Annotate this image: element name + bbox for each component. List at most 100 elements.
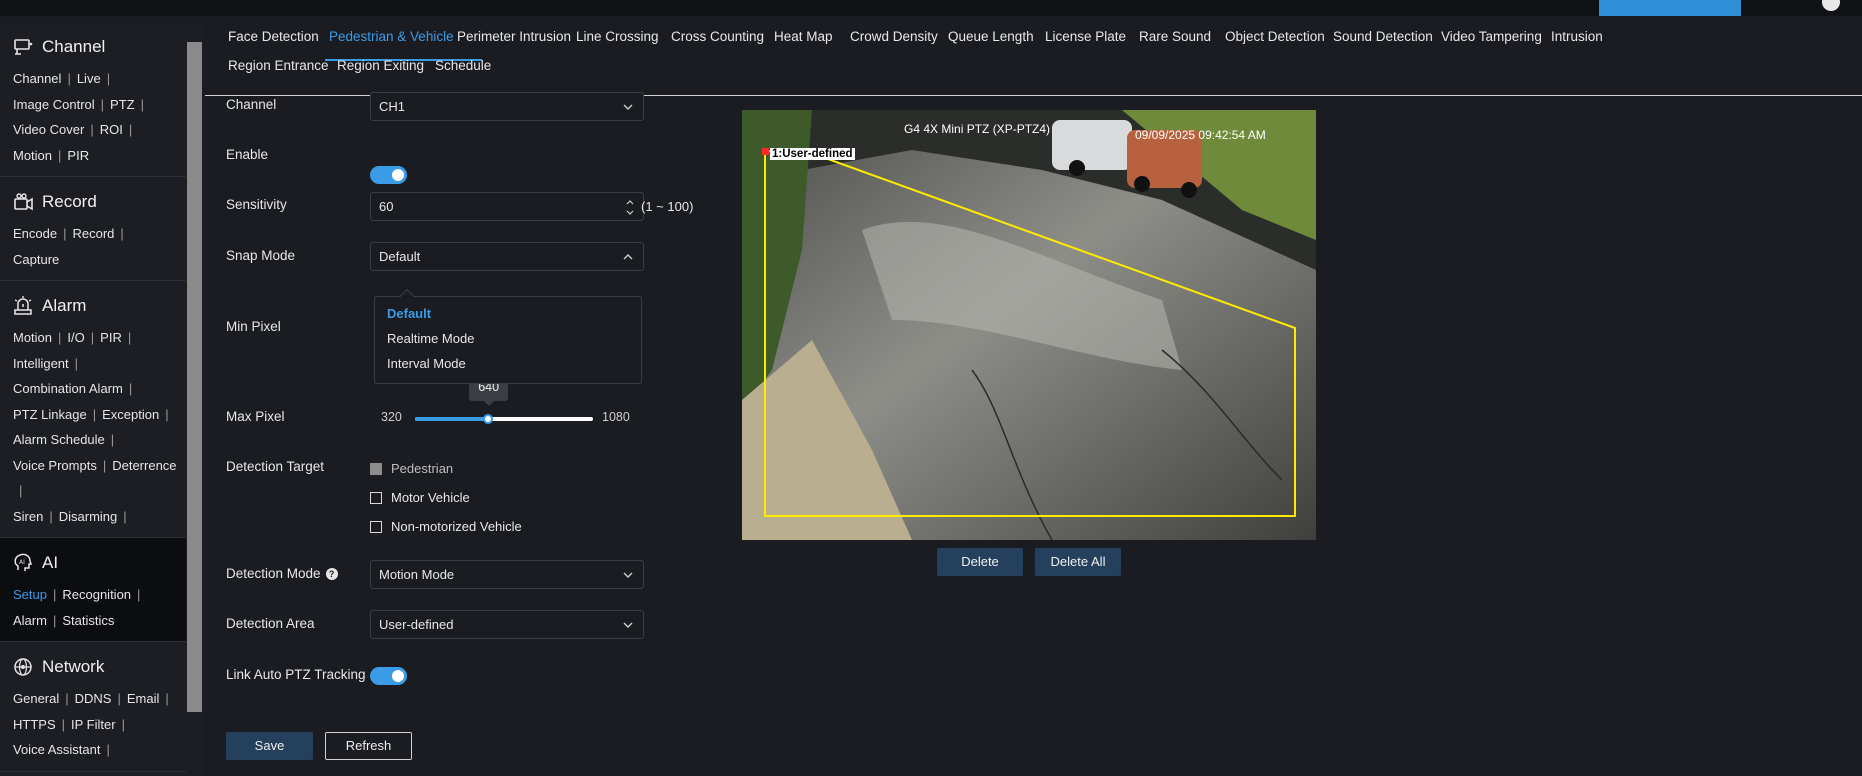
tab-video-tampering[interactable]: Video Tampering bbox=[1441, 29, 1542, 44]
detection-target-option[interactable]: Motor Vehicle bbox=[370, 490, 470, 505]
delete-button[interactable]: Delete bbox=[937, 548, 1023, 576]
sidebar-section-header[interactable]: Record bbox=[0, 189, 203, 215]
link-auto-ptz-toggle[interactable] bbox=[370, 667, 407, 685]
link-separator: | bbox=[127, 330, 132, 345]
snap-mode-select[interactable]: Default bbox=[370, 242, 644, 271]
sidebar-link-ptz-linkage[interactable]: PTZ Linkage bbox=[13, 402, 87, 428]
chevron-down-icon bbox=[623, 104, 633, 110]
detection-target-option[interactable]: Non-motorized Vehicle bbox=[370, 519, 522, 534]
sidebar-link-encode[interactable]: Encode bbox=[13, 221, 57, 247]
max-pixel-handle[interactable] bbox=[483, 414, 494, 424]
sidebar-link-pir[interactable]: PIR bbox=[100, 325, 122, 351]
sidebar-link-deterrence[interactable]: Deterrence bbox=[112, 453, 176, 479]
ai-icon: AI bbox=[12, 552, 42, 574]
sidebar-section-header[interactable]: Alarm bbox=[0, 293, 203, 319]
sidebar-link-motion[interactable]: Motion bbox=[13, 143, 52, 169]
toggle-knob bbox=[392, 169, 404, 181]
sidebar-scrollbar-thumb[interactable] bbox=[187, 42, 202, 712]
tab-region-exiting[interactable]: Region Exiting bbox=[337, 58, 424, 73]
tab-face-detection[interactable]: Face Detection bbox=[228, 29, 319, 44]
tab-intrusion[interactable]: Intrusion bbox=[1551, 29, 1603, 44]
sidebar-link-https[interactable]: HTTPS bbox=[13, 712, 56, 738]
spinner-arrows-icon[interactable] bbox=[625, 196, 635, 218]
tab-line-crossing[interactable]: Line Crossing bbox=[576, 29, 659, 44]
sidebar-link-roi[interactable]: ROI bbox=[100, 117, 123, 143]
sidebar-link-alarm-schedule[interactable]: Alarm Schedule bbox=[13, 427, 105, 453]
detection-area-value: User-defined bbox=[379, 617, 454, 632]
sidebar-link-pir[interactable]: PIR bbox=[67, 143, 89, 169]
snap-mode-option[interactable]: Default bbox=[387, 306, 431, 321]
sidebar-link-capture[interactable]: Capture bbox=[13, 247, 59, 273]
checkbox[interactable] bbox=[370, 491, 382, 504]
save-button[interactable]: Save bbox=[226, 732, 313, 760]
tab-object-detection[interactable]: Object Detection bbox=[1225, 29, 1325, 44]
sidebar-links: Channel | Live | Image Control | PTZ | Video Cov… bbox=[0, 66, 186, 168]
sidebar-link-statistics[interactable]: Statistics bbox=[62, 608, 114, 634]
sidebar-link-siren[interactable]: Siren bbox=[13, 504, 43, 530]
tab-crowd-density[interactable]: Crowd Density bbox=[850, 29, 938, 44]
tab-region-entrance[interactable]: Region Entrance bbox=[228, 58, 329, 73]
sidebar-section-header[interactable]: Network bbox=[0, 654, 203, 680]
sidebar-link-exception[interactable]: Exception bbox=[102, 402, 159, 428]
sidebar-link-setup[interactable]: Setup bbox=[13, 582, 47, 608]
region-corner-handle[interactable] bbox=[762, 148, 769, 155]
snap-mode-option[interactable]: Realtime Mode bbox=[387, 331, 474, 346]
sidebar-link-general[interactable]: General bbox=[13, 686, 59, 712]
info-icon[interactable] bbox=[1822, 0, 1840, 11]
sidebar-link-video-cover[interactable]: Video Cover bbox=[13, 117, 84, 143]
sidebar-link-combination-alarm[interactable]: Combination Alarm bbox=[13, 376, 123, 402]
link-separator: | bbox=[110, 432, 115, 447]
sidebar-link-email[interactable]: Email bbox=[127, 686, 160, 712]
checkbox[interactable] bbox=[370, 520, 382, 533]
sidebar-section-title: Record bbox=[42, 192, 97, 211]
dropdown-pointer bbox=[399, 288, 415, 304]
sidebar-link-voice-prompts[interactable]: Voice Prompts bbox=[13, 453, 97, 479]
sidebar-section-header[interactable]: Channel bbox=[0, 34, 203, 60]
sidebar-link-i-o[interactable]: I/O bbox=[67, 325, 84, 351]
top-bar-active-button[interactable] bbox=[1599, 0, 1741, 16]
tab-cross-counting[interactable]: Cross Counting bbox=[671, 29, 764, 44]
sidebar-section-title: Alarm bbox=[42, 296, 87, 315]
snap-mode-option[interactable]: Interval Mode bbox=[387, 356, 466, 371]
link-separator: | bbox=[58, 147, 62, 163]
sidebar-link-ip-filter[interactable]: IP Filter bbox=[71, 712, 116, 738]
sidebar-section-header[interactable]: AI AI bbox=[0, 550, 203, 576]
sidebar-link-ddns[interactable]: DDNS bbox=[75, 686, 112, 712]
help-icon[interactable]: ? bbox=[325, 568, 338, 581]
tab-perimeter-intrusion[interactable]: Perimeter Intrusion bbox=[457, 29, 571, 44]
link-separator: | bbox=[102, 457, 107, 473]
tab-heat-map[interactable]: Heat Map bbox=[774, 29, 833, 44]
refresh-button[interactable]: Refresh bbox=[325, 732, 412, 760]
channel-select[interactable]: CH1 bbox=[370, 92, 644, 121]
tab-schedule[interactable]: Schedule bbox=[435, 58, 491, 73]
tab-sound-detection[interactable]: Sound Detection bbox=[1333, 29, 1433, 44]
enable-toggle[interactable] bbox=[370, 166, 407, 184]
detection-area-select[interactable]: User-defined bbox=[370, 610, 644, 639]
chevron-down-icon bbox=[623, 572, 633, 578]
sidebar-link-record[interactable]: Record bbox=[72, 221, 114, 247]
sidebar-link-voice-assistant[interactable]: Voice Assistant bbox=[13, 737, 100, 763]
tab-pedestrian-vehicle[interactable]: Pedestrian & Vehicle bbox=[329, 29, 454, 44]
tab-rare-sound[interactable]: Rare Sound bbox=[1139, 29, 1211, 44]
sidebar-link-motion[interactable]: Motion bbox=[13, 325, 52, 351]
detection-mode-select[interactable]: Motion Mode bbox=[370, 560, 644, 589]
sidebar-scrollbar[interactable] bbox=[186, 22, 203, 776]
sidebar-link-channel[interactable]: Channel bbox=[13, 66, 61, 92]
sidebar-section-channel: Channel Channel | Live | Image Control | PTZ | Vi… bbox=[0, 22, 203, 177]
delete-all-button[interactable]: Delete All bbox=[1035, 548, 1121, 576]
sidebar-link-alarm[interactable]: Alarm bbox=[13, 608, 47, 634]
link-separator: | bbox=[165, 691, 169, 706]
sidebar-link-recognition[interactable]: Recognition bbox=[62, 582, 131, 608]
sidebar-link-image-control[interactable]: Image Control bbox=[13, 92, 95, 118]
sidebar-link-disarming[interactable]: Disarming bbox=[59, 504, 118, 530]
tab-license-plate[interactable]: License Plate bbox=[1045, 29, 1126, 44]
link-separator: | bbox=[123, 508, 127, 524]
sidebar-link-ptz[interactable]: PTZ bbox=[110, 92, 135, 118]
detection-area-label: Detection Area bbox=[226, 616, 315, 631]
sensitivity-input[interactable]: 60 bbox=[370, 192, 644, 221]
sidebar-link-intelligent[interactable]: Intelligent bbox=[13, 351, 69, 377]
tab-queue-length[interactable]: Queue Length bbox=[948, 29, 1034, 44]
video-preview[interactable]: G4 4X Mini PTZ (XP-PTZ4) 09/09/2025 09:4… bbox=[742, 110, 1316, 540]
channel-label: Channel bbox=[226, 97, 277, 112]
sidebar-link-live[interactable]: Live bbox=[77, 66, 101, 92]
